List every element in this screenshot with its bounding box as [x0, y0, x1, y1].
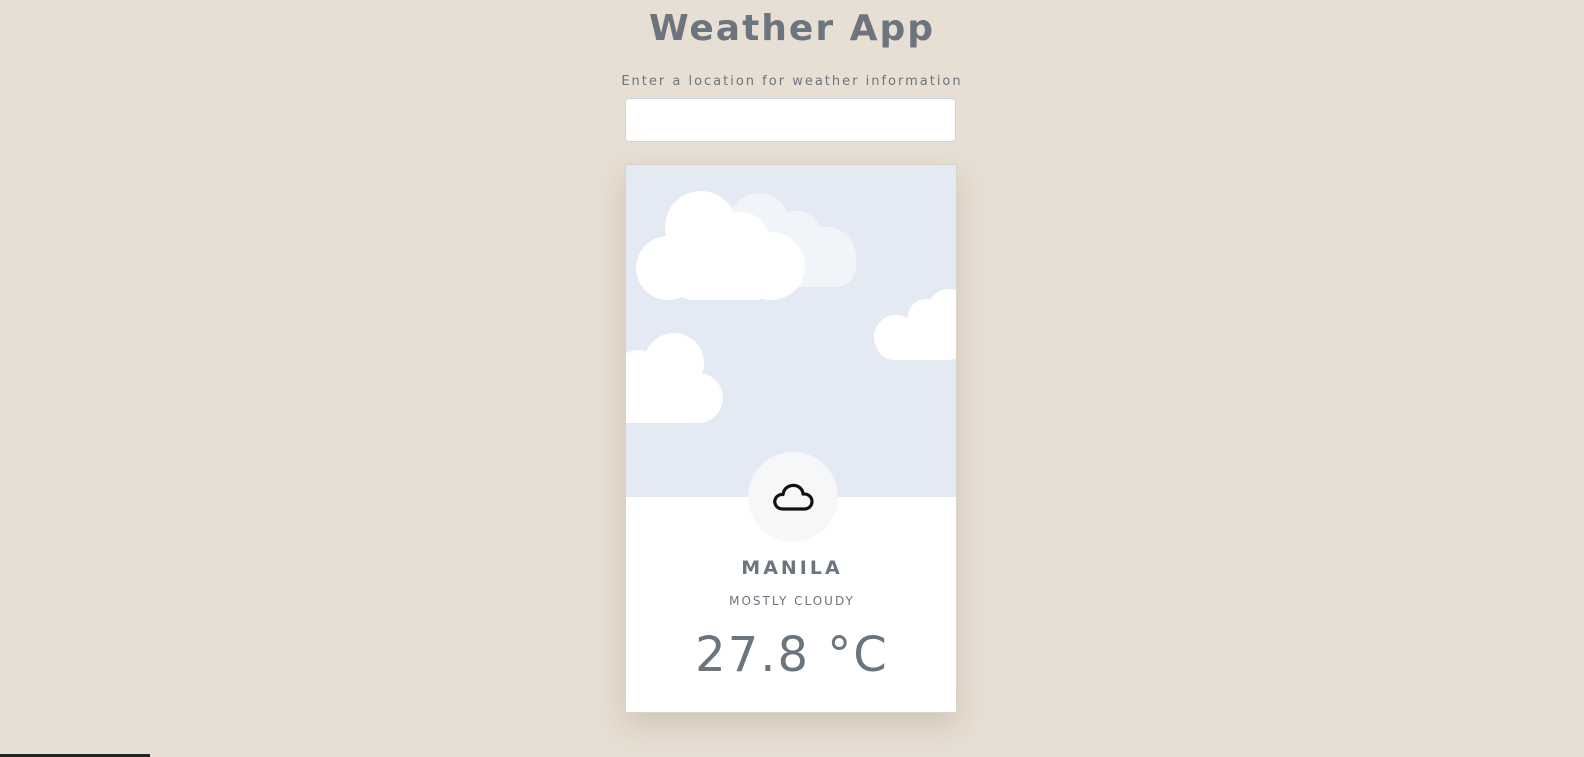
city-name: MANILA — [741, 557, 843, 579]
clouds-illustration — [626, 191, 956, 423]
cloud-shape-right — [874, 289, 956, 360]
weather-icon-badge — [748, 452, 838, 542]
app-title: Weather App — [648, 8, 936, 49]
cloud-icon — [773, 483, 814, 511]
weather-card: MANILA MOSTLY CLOUDY 27.8 °C — [625, 164, 957, 713]
search-label: Enter a location for weather information — [621, 74, 963, 89]
location-search-input[interactable] — [625, 98, 956, 142]
temperature-value: 27.8 °C — [695, 627, 889, 683]
weather-condition: MOSTLY CLOUDY — [729, 594, 855, 608]
sky-illustration — [626, 165, 956, 497]
cloud-shape-left — [626, 333, 723, 423]
